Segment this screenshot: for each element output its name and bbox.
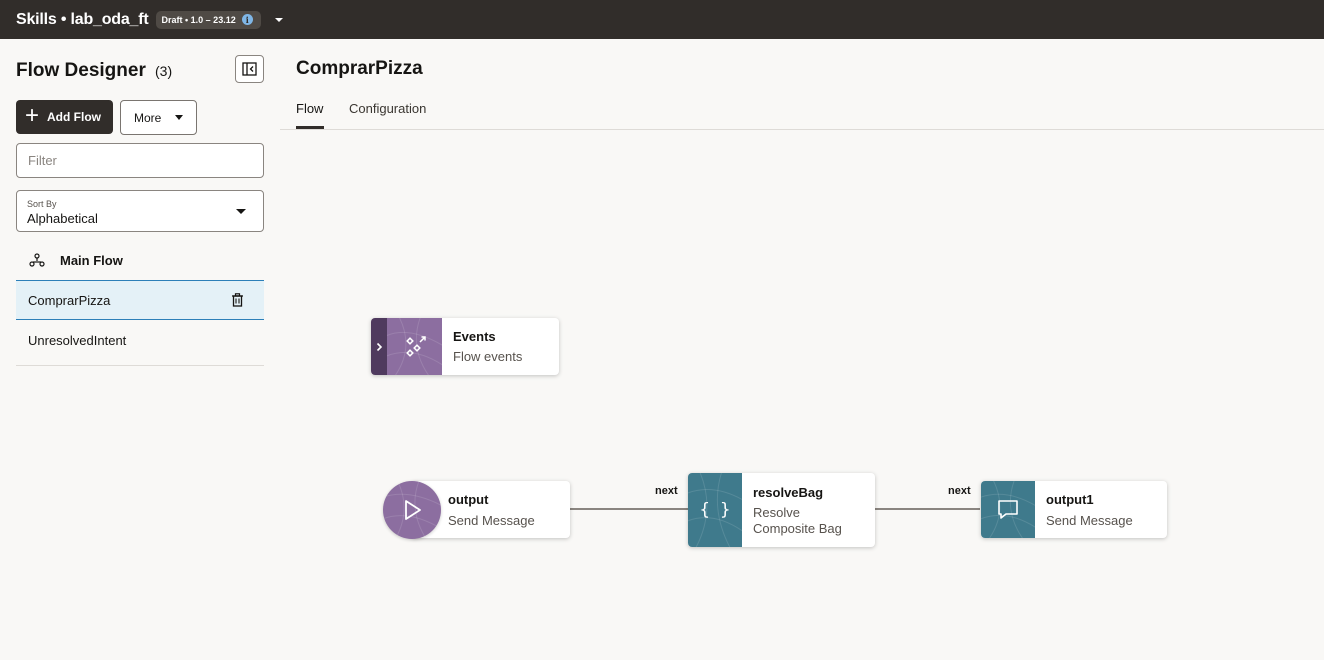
sort-by-label: Sort By xyxy=(27,199,57,209)
transition-connector xyxy=(875,508,980,510)
node-type: Send Message xyxy=(448,513,535,528)
flow-count: (3) xyxy=(155,63,173,79)
version-badge-label: Draft • 1.0 – 23.12 xyxy=(161,14,236,25)
flow-list-item[interactable]: ComprarPizza xyxy=(16,280,264,320)
chevron-down-icon xyxy=(175,115,184,120)
more-label: More xyxy=(134,110,162,125)
divider xyxy=(280,129,1324,130)
main-flow-item[interactable]: Main Flow xyxy=(16,245,264,275)
flow-designer-panel: Flow Designer (3) + Add Flow More Sort B… xyxy=(0,39,280,660)
panel-title: Flow Designer xyxy=(16,60,146,81)
collapse-panel-icon xyxy=(242,62,257,76)
flow-state-node[interactable]: output1 Send Message xyxy=(981,481,1167,538)
node-name: output xyxy=(448,492,489,507)
tab-flow[interactable]: Flow xyxy=(296,101,323,116)
version-badge[interactable]: Draft • 1.0 – 23.12 i xyxy=(155,10,261,29)
start-node-icon[interactable] xyxy=(383,481,441,539)
sort-by-select[interactable]: Sort By Alphabetical xyxy=(16,190,264,232)
more-button[interactable]: More xyxy=(120,100,197,135)
info-icon[interactable]: i xyxy=(241,14,253,25)
filter-input[interactable] xyxy=(16,143,264,178)
node-icon-tile xyxy=(981,481,1035,538)
add-flow-label: Add Flow xyxy=(47,110,102,124)
svg-text:{ }: { } xyxy=(700,500,731,520)
divider xyxy=(16,365,264,366)
node-name: resolveBag xyxy=(753,485,824,500)
events-node[interactable]: Events Flow events xyxy=(371,318,559,375)
add-flow-button[interactable]: + Add Flow xyxy=(16,100,113,134)
events-icon xyxy=(387,318,442,375)
delete-flow-icon[interactable] xyxy=(231,293,244,310)
chevron-right-icon xyxy=(376,342,382,351)
flow-item-label: ComprarPizza xyxy=(28,292,111,308)
node-type: Flow events xyxy=(453,349,523,364)
sort-by-value: Alphabetical xyxy=(27,211,98,226)
flow-state-node[interactable]: { } resolveBag Resolve Composite Bag xyxy=(688,473,875,547)
node-type: Send Message xyxy=(1046,513,1133,528)
flow-tree-icon xyxy=(29,253,45,267)
version-dropdown-icon[interactable] xyxy=(274,17,283,22)
node-type: Resolve Composite Bag xyxy=(753,505,842,536)
chat-bubble-icon xyxy=(981,481,1035,538)
top-bar: Skills • lab_oda_ft Draft • 1.0 – 23.12 … xyxy=(0,0,1324,39)
flow-item-label: UnresolvedIntent xyxy=(28,332,127,348)
plus-icon: + xyxy=(25,102,40,129)
node-name: Events xyxy=(453,329,496,344)
tab-configuration[interactable]: Configuration xyxy=(349,101,426,116)
page-title: ComprarPizza xyxy=(296,58,423,79)
chevron-down-icon xyxy=(236,209,246,214)
flow-list-item[interactable]: UnresolvedIntent xyxy=(16,320,264,360)
collapse-panel-button[interactable] xyxy=(235,55,264,83)
play-icon xyxy=(383,481,441,539)
transition-connector xyxy=(570,508,688,510)
app-title: Skills • lab_oda_ft xyxy=(16,10,149,28)
main-flow-label: Main Flow xyxy=(60,252,123,268)
transition-label: next xyxy=(655,485,678,497)
events-icon-tile xyxy=(387,318,442,375)
transition-label: next xyxy=(948,485,971,497)
expand-events-button[interactable] xyxy=(371,318,387,375)
braces-icon: { } xyxy=(688,473,742,547)
node-name: output1 xyxy=(1046,492,1094,507)
node-icon-tile: { } xyxy=(688,473,742,547)
